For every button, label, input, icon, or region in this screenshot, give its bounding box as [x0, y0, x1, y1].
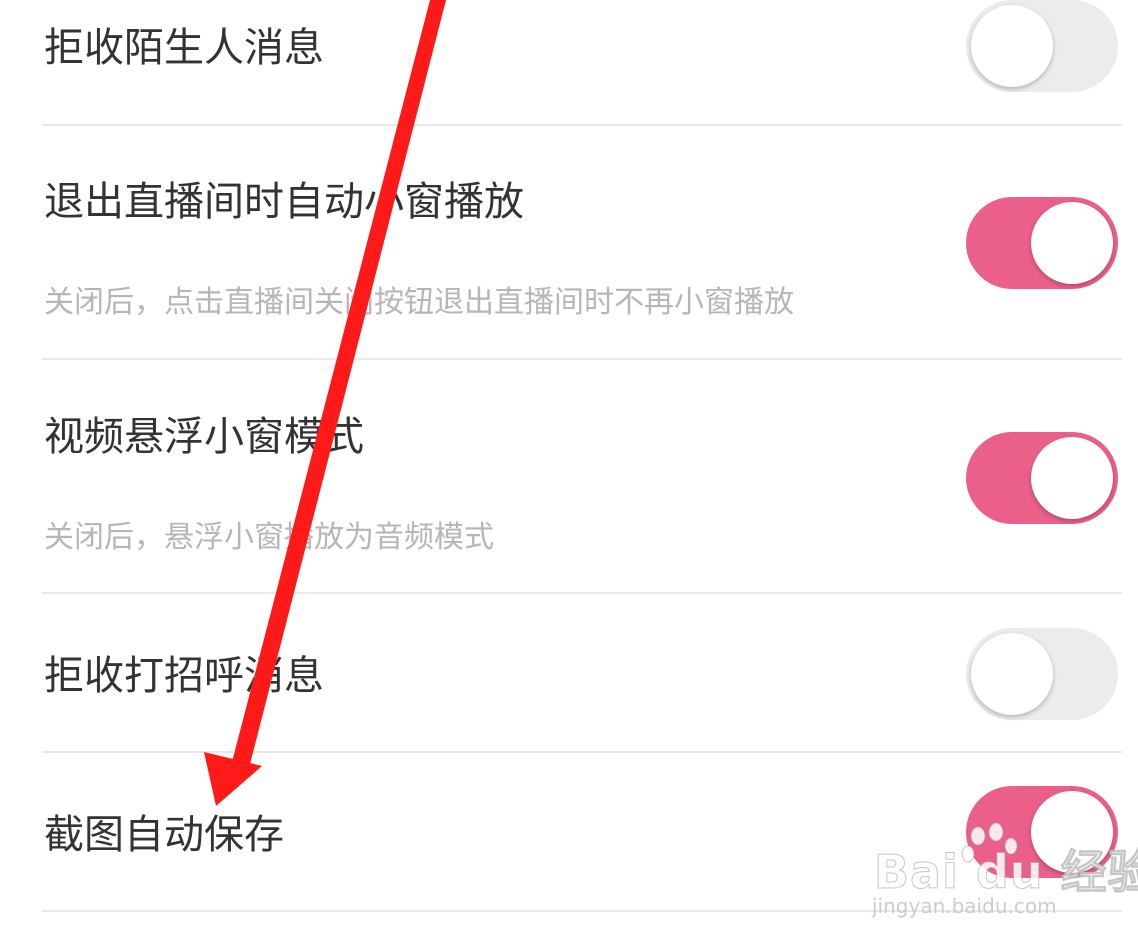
- watermark-url: jingyan.baidu.com: [872, 894, 1057, 918]
- setting-title: 截图自动保存: [44, 812, 284, 858]
- toggle-knob: [971, 633, 1053, 715]
- setting-row-reject-strangers[interactable]: 拒收陌生人消息: [0, 0, 1138, 126]
- toggle-knob: [1031, 202, 1113, 284]
- setting-row-video-float-mode[interactable]: 视频悬浮小窗模式 关闭后，悬浮小窗播放为音频模式: [0, 360, 1138, 594]
- setting-title: 拒收陌生人消息: [44, 25, 324, 71]
- baidu-watermark: Bai du 经验 jingyan.baidu.com: [870, 818, 1138, 928]
- setting-description: 关闭后，点击直播间关闭按钮退出直播间时不再小窗播放: [44, 285, 794, 320]
- setting-title: 拒收打招呼消息: [44, 653, 324, 699]
- watermark-brand: Bai du 经验: [874, 845, 1138, 900]
- toggle-switch[interactable]: [966, 432, 1118, 524]
- setting-title: 视频悬浮小窗模式: [44, 414, 364, 460]
- toggle-switch[interactable]: [966, 0, 1118, 92]
- toggle-switch[interactable]: [966, 197, 1118, 289]
- setting-row-auto-mini-window[interactable]: 退出直播间时自动小窗播放 关闭后，点击直播间关闭按钮退出直播间时不再小窗播放: [0, 126, 1138, 360]
- setting-row-reject-greetings[interactable]: 拒收打招呼消息: [0, 594, 1138, 753]
- toggle-knob: [971, 5, 1053, 87]
- toggle-switch[interactable]: [966, 628, 1118, 720]
- setting-description: 关闭后，悬浮小窗播放为音频模式: [44, 520, 494, 555]
- setting-title: 退出直播间时自动小窗播放: [44, 179, 524, 225]
- toggle-knob: [1031, 437, 1113, 519]
